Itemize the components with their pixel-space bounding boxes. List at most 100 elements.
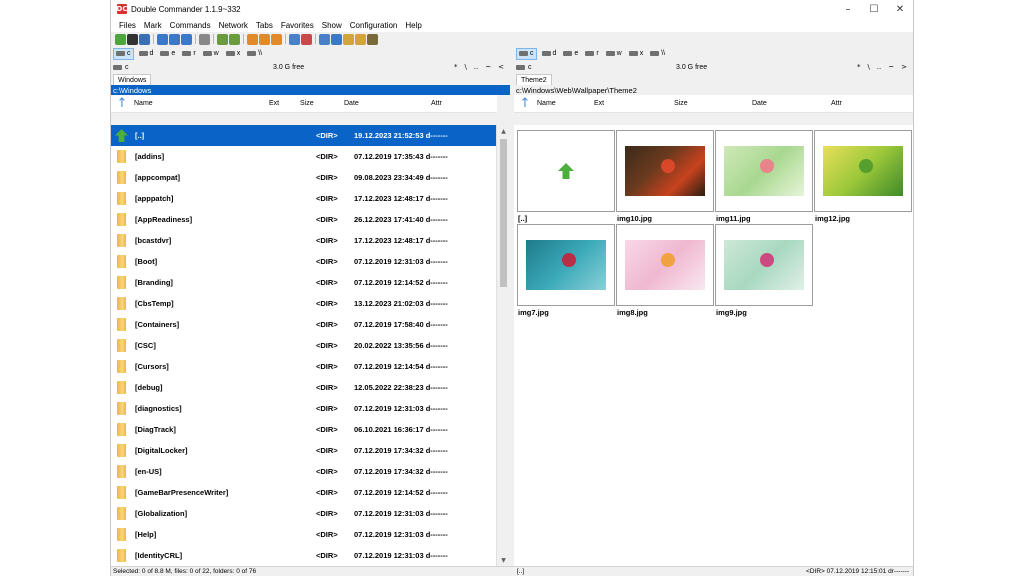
brief-view-icon[interactable]	[157, 33, 168, 45]
sync-dirs-icon[interactable]	[289, 33, 300, 45]
swap-panels-icon[interactable]	[199, 33, 210, 45]
right-nav-root-dir[interactable]: *	[857, 63, 861, 71]
right-nav-parent-dir[interactable]: ..	[877, 63, 881, 71]
tab-theme2[interactable]: Theme2	[516, 74, 552, 85]
left-file-list[interactable]: [..] <DIR> 19.12.2023 21:52:53 d------- [ad…	[111, 125, 497, 566]
view-icon[interactable]	[331, 33, 342, 45]
right-drive-x[interactable]: x	[627, 48, 646, 60]
right-drive-w[interactable]: w	[604, 48, 624, 60]
left-panel[interactable]: c d e r w x \\ c 3.0 G free * \.. ~ < Windows c:\…	[111, 46, 510, 566]
column-size[interactable]: Size	[674, 100, 688, 107]
close-icon[interactable]: ✕	[887, 0, 913, 18]
table-row[interactable]: [IdentityCRL] <DIR> 07.12.2019 12:31:03 d-…	[111, 545, 497, 566]
test-archive-icon[interactable]	[271, 33, 282, 45]
left-drive-network[interactable]: \\	[245, 48, 264, 60]
table-row[interactable]: [Help] <DIR> 07.12.2019 12:31:03 d-------	[111, 524, 497, 545]
table-row[interactable]: [addins] <DIR> 07.12.2019 17:35:43 d------…	[111, 146, 497, 167]
right-drive-network[interactable]: \\	[648, 48, 667, 60]
thumbnail-view-icon[interactable]	[181, 33, 192, 45]
right-thumbnail-grid[interactable]: [..] img10.jpg img11.jpg img12.jpg img7.jpg i…	[514, 125, 913, 566]
table-row[interactable]: [en-US] <DIR> 07.12.2019 17:34:32 d-------	[111, 461, 497, 482]
thumbnail-item[interactable]: img12.jpg	[814, 130, 912, 223]
left-drive-e[interactable]: e	[158, 48, 177, 60]
thumbnail-item[interactable]: img7.jpg	[517, 224, 615, 317]
table-row[interactable]: [Cursors] <DIR> 07.12.2019 12:14:54 d-----…	[111, 356, 497, 377]
table-row[interactable]: [GameBarPresenceWriter] <DIR> 07.12.2019 1…	[111, 482, 497, 503]
menu-mark[interactable]: Mark	[140, 21, 166, 30]
table-row[interactable]: [DiagTrack] <DIR> 06.10.2021 16:36:17 d---…	[111, 419, 497, 440]
copy-left-icon[interactable]	[217, 33, 228, 45]
menu-network[interactable]: Network	[215, 21, 252, 30]
scroll-down-icon[interactable]: ▼	[497, 554, 510, 566]
menu-configuration[interactable]: Configuration	[346, 21, 402, 30]
table-row[interactable]: [apppatch] <DIR> 17.12.2023 12:48:17 d----…	[111, 188, 497, 209]
column-ext[interactable]: Ext	[269, 100, 279, 107]
table-row[interactable]: [..] <DIR> 19.12.2023 21:52:53 d-------	[111, 125, 497, 146]
table-row[interactable]: [diagnostics] <DIR> 07.12.2019 12:31:03 d-…	[111, 398, 497, 419]
left-path-bar[interactable]: c:\Windows	[111, 85, 510, 95]
menu-commands[interactable]: Commands	[166, 21, 215, 30]
left-drive-x[interactable]: x	[224, 48, 243, 60]
menu-favorites[interactable]: Favorites	[277, 21, 318, 30]
column-attr[interactable]: Attr	[831, 100, 842, 107]
table-row[interactable]: [DigitalLocker] <DIR> 07.12.2019 17:34:32 …	[111, 440, 497, 461]
edit-icon[interactable]	[343, 33, 354, 45]
table-row[interactable]: [CSC] <DIR> 20.02.2022 13:35:56 d-------	[111, 335, 497, 356]
right-drive-r[interactable]: r	[583, 48, 600, 60]
run-icon[interactable]	[301, 33, 312, 45]
thumbnail-item[interactable]: img9.jpg	[715, 224, 813, 317]
sort-up-icon[interactable]: ↑	[519, 96, 531, 111]
left-nav-home-dir[interactable]: ~	[485, 63, 491, 71]
table-row[interactable]: [Globalization] <DIR> 07.12.2019 12:31:03 …	[111, 503, 497, 524]
left-drive-selector[interactable]: c	[113, 64, 273, 71]
column-ext[interactable]: Ext	[594, 100, 604, 107]
terminal-icon[interactable]	[127, 33, 138, 45]
menu-tabs[interactable]: Tabs	[252, 21, 277, 30]
right-drive-c[interactable]: c	[516, 47, 537, 60]
right-nav-backslash[interactable]: \	[867, 63, 869, 71]
title-bar[interactable]: DC Double Commander 1.1.9~332 – ☐ ✕	[111, 0, 913, 18]
table-row[interactable]: [AppReadiness] <DIR> 26.12.2023 17:41:40 d…	[111, 209, 497, 230]
table-row[interactable]: [Branding] <DIR> 07.12.2019 12:14:52 d----…	[111, 272, 497, 293]
column-date[interactable]: Date	[752, 100, 767, 107]
right-nav-home-dir[interactable]: ~	[888, 63, 894, 71]
left-nav-root-dir[interactable]: *	[454, 63, 458, 71]
thumbnail-item[interactable]: [..]	[517, 130, 615, 223]
left-drive-w[interactable]: w	[201, 48, 221, 60]
left-nav-backslash[interactable]: \	[464, 63, 466, 71]
left-nav-history[interactable]: <	[498, 63, 504, 71]
maximize-icon[interactable]: ☐	[861, 0, 887, 18]
scroll-up-icon[interactable]: ▲	[497, 125, 510, 137]
table-row[interactable]: [appcompat] <DIR> 09.08.2023 23:34:49 d---…	[111, 167, 497, 188]
column-name[interactable]: Name	[537, 100, 556, 107]
note-icon[interactable]	[355, 33, 366, 45]
thumbnail-item[interactable]: img10.jpg	[616, 130, 714, 223]
table-row[interactable]: [CbsTemp] <DIR> 13.12.2023 21:02:03 d-----…	[111, 293, 497, 314]
sort-up-icon[interactable]: ↑	[116, 96, 128, 111]
menu-files[interactable]: Files	[115, 21, 140, 30]
minimize-icon[interactable]: –	[835, 0, 861, 18]
copy-right-icon[interactable]	[229, 33, 240, 45]
menu-help[interactable]: Help	[401, 21, 425, 30]
right-panel[interactable]: c d e r w x \\ c 3.0 G free * \.. ~ > Theme2 c:\W…	[514, 46, 913, 566]
column-date[interactable]: Date	[344, 100, 359, 107]
column-attr[interactable]: Attr	[431, 100, 442, 107]
table-row[interactable]: [Containers] <DIR> 07.12.2019 17:58:40 d--…	[111, 314, 497, 335]
right-path-bar[interactable]: c:\Windows\Web\Wallpaper\Theme2	[514, 85, 913, 95]
full-view-icon[interactable]	[169, 33, 180, 45]
search-icon[interactable]	[139, 33, 150, 45]
column-size[interactable]: Size	[300, 100, 314, 107]
left-drive-c[interactable]: c	[113, 47, 134, 60]
table-row[interactable]: [debug] <DIR> 12.05.2022 22:38:23 d-------	[111, 377, 497, 398]
left-drive-r[interactable]: r	[180, 48, 197, 60]
thumbnail-item[interactable]: img11.jpg	[715, 130, 813, 223]
tab-windows[interactable]: Windows	[113, 74, 152, 85]
left-scrollbar[interactable]: ▲ ▼	[496, 125, 510, 566]
right-drive-e[interactable]: e	[561, 48, 580, 60]
pack-icon[interactable]	[247, 33, 258, 45]
table-row[interactable]: [bcastdvr] <DIR> 17.12.2023 12:48:17 d----…	[111, 230, 497, 251]
right-drive-selector[interactable]: c	[516, 64, 676, 71]
scroll-thumb[interactable]	[500, 139, 507, 287]
left-drive-d[interactable]: d	[137, 48, 156, 60]
open-folder-icon[interactable]	[319, 33, 330, 45]
